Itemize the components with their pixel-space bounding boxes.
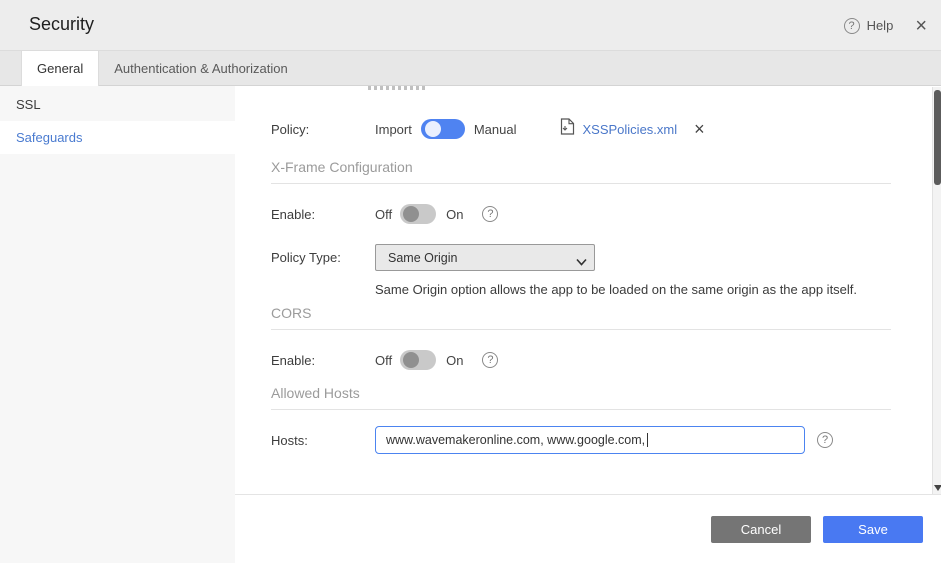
xframe-section-heading: X-Frame Configuration	[271, 159, 413, 175]
policy-file-group: XSSPolicies.xml ×	[560, 118, 705, 140]
import-file-icon	[560, 118, 575, 140]
cors-enable-help-icon[interactable]: ?	[482, 352, 499, 368]
xss-policies-file-link[interactable]: XSSPolicies.xml	[582, 122, 677, 137]
tab-authentication-authorization[interactable]: Authentication & Authorization	[99, 51, 302, 86]
allowed-hosts-section-heading: Allowed Hosts	[271, 385, 360, 401]
close-icon[interactable]: ×	[915, 16, 927, 36]
policy-type-select[interactable]: Same Origin	[375, 244, 595, 271]
vertical-scrollbar[interactable]	[932, 87, 941, 494]
xframe-enable-row: Enable: Off On ?	[271, 201, 891, 227]
save-button[interactable]: Save	[823, 515, 923, 543]
hosts-row: Hosts: www.wavemakeronline.com, www.goog…	[271, 426, 891, 454]
cors-on-label: On	[446, 352, 464, 368]
hosts-help-icon[interactable]: ?	[817, 432, 833, 448]
policy-type-select-wrap: Same Origin	[375, 244, 595, 271]
remove-file-icon[interactable]: ×	[694, 120, 705, 138]
header-actions: ? Help ×	[843, 0, 927, 51]
policy-type-row: Policy Type: Same Origin	[271, 244, 891, 271]
policy-label: Policy:	[271, 121, 310, 137]
policy-type-label: Policy Type:	[271, 250, 341, 265]
xframe-enable-help-icon[interactable]: ?	[482, 206, 499, 222]
policy-type-description: Same Origin option allows the app to be …	[375, 281, 858, 297]
cancel-button[interactable]: Cancel	[711, 515, 811, 543]
cors-enable-toggle[interactable]	[400, 350, 437, 370]
tab-auth-label: Authentication & Authorization	[114, 61, 288, 76]
policy-row: Policy: Import Manual XSSPolicies.xml ×	[271, 116, 891, 142]
divider	[271, 409, 891, 410]
text-caret	[647, 433, 649, 447]
scrollbar-thumb[interactable]	[934, 90, 941, 185]
cors-off-label: Off	[375, 352, 393, 368]
tab-bar: General Authentication & Authorization	[0, 51, 941, 86]
policy-import-manual-toggle[interactable]	[420, 119, 465, 139]
dialog-header: Security ? Help ×	[0, 0, 941, 51]
hosts-input-value: www.wavemakeronline.com, www.google.com,	[386, 433, 646, 447]
xframe-on-label: On	[446, 206, 464, 222]
toggle-knob	[403, 352, 420, 368]
divider	[271, 183, 891, 184]
policy-type-description-row: Same Origin option allows the app to be …	[271, 280, 891, 298]
sidebar: SSL Safeguards	[0, 86, 235, 563]
toggle-knob	[424, 121, 441, 137]
help-label: Help	[866, 18, 894, 33]
divider	[271, 329, 891, 330]
dialog-footer: Cancel Save	[235, 494, 941, 563]
sidebar-item-safeguards[interactable]: Safeguards	[0, 121, 235, 154]
page-title: Security	[29, 14, 95, 34]
policy-option-import: Import	[375, 121, 412, 137]
content-panel: Policy: Import Manual XSSPolicies.xml × …	[235, 86, 933, 494]
policy-option-manual: Manual	[473, 121, 517, 137]
cors-enable-row: Enable: Off On ?	[271, 347, 891, 373]
help-button[interactable]: ? Help	[843, 17, 894, 34]
hosts-input[interactable]: www.wavemakeronline.com, www.google.com,	[375, 426, 805, 454]
sidebar-item-ssl[interactable]: SSL	[0, 88, 235, 121]
help-icon: ?	[843, 17, 860, 34]
tab-general[interactable]: General	[21, 51, 100, 86]
xframe-enable-toggle[interactable]	[400, 204, 437, 224]
cors-section-heading: CORS	[271, 305, 312, 321]
hosts-label: Hosts:	[271, 432, 308, 448]
toggle-knob	[403, 206, 420, 222]
xframe-enable-label: Enable:	[271, 206, 316, 222]
cors-enable-label: Enable:	[271, 352, 316, 368]
tab-general-label: General	[37, 61, 84, 76]
clipped-scrolled-text	[368, 86, 426, 90]
security-dialog: Security ? Help × General Authentication…	[0, 0, 941, 563]
xframe-off-label: Off	[375, 206, 393, 222]
scrollbar-down-arrow-icon[interactable]	[934, 485, 941, 491]
